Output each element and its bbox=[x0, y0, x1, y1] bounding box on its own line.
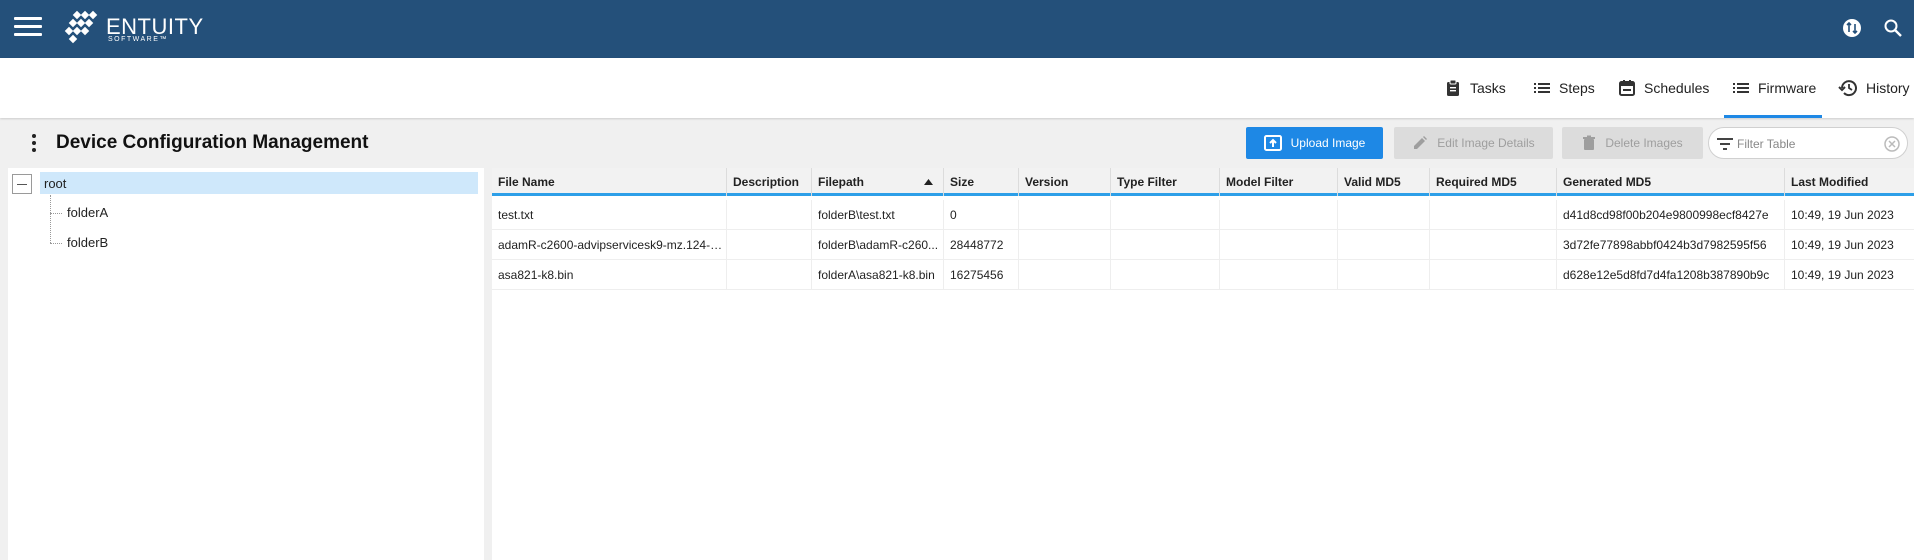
cell-size: 0 bbox=[944, 200, 1019, 230]
cell-version bbox=[1019, 200, 1111, 230]
edit-image-details-label: Edit Image Details bbox=[1437, 136, 1535, 150]
module-nav: Tasks Steps Schedules Firmware History bbox=[0, 58, 1914, 118]
collapse-toggle-icon[interactable] bbox=[12, 174, 32, 194]
sort-ascending-icon bbox=[924, 179, 933, 185]
user-switch-icon[interactable] bbox=[1841, 17, 1863, 39]
cell-type-filter bbox=[1111, 260, 1220, 290]
clear-filter-icon[interactable] bbox=[1883, 135, 1901, 153]
cell-filepath: folderB\test.txt bbox=[812, 200, 944, 230]
tab-schedules-label: Schedules bbox=[1644, 80, 1710, 96]
cell-size: 28448772 bbox=[944, 230, 1019, 260]
column-header-model-filter[interactable]: Model Filter bbox=[1220, 168, 1338, 196]
filter-icon bbox=[1717, 138, 1733, 150]
folder-tree: root folderA folderB bbox=[8, 168, 484, 560]
more-options-icon[interactable] bbox=[30, 134, 38, 152]
tree-node-root-label: root bbox=[44, 176, 67, 191]
filter-table-input[interactable] bbox=[1737, 134, 1877, 154]
cell-file-name: test.txt bbox=[492, 200, 727, 230]
tree-connector bbox=[50, 213, 62, 214]
brand-subtitle: SOFTWARE™ bbox=[108, 36, 168, 43]
column-header-last-modified[interactable]: Last Modified bbox=[1785, 168, 1914, 196]
column-header-valid-md5[interactable]: Valid MD5 bbox=[1338, 168, 1430, 196]
tree-connector bbox=[50, 243, 62, 244]
cell-file-name: asa821-k8.bin bbox=[492, 260, 727, 290]
cell-last-modified: 10:49, 19 Jun 2023 bbox=[1791, 268, 1894, 282]
tab-firmware-label: Firmware bbox=[1758, 80, 1817, 96]
cell-description bbox=[727, 260, 812, 290]
cell-version bbox=[1019, 230, 1111, 260]
search-icon[interactable] bbox=[1882, 17, 1904, 39]
cell-last-modified: 10:49, 19 Jun 2023 bbox=[1791, 208, 1894, 222]
tree-node-root[interactable]: root bbox=[40, 172, 478, 194]
entuity-logo-icon bbox=[64, 10, 98, 44]
cell-generated-md5: d628e12e5d8fd7d4fa1208b387890b9c bbox=[1557, 260, 1785, 290]
upload-icon bbox=[1263, 135, 1282, 151]
cell-model-filter bbox=[1220, 200, 1338, 230]
upload-image-label: Upload Image bbox=[1290, 136, 1366, 150]
cell-file-name: adamR-c2600-advipservicesk9-mz.124-1... bbox=[492, 230, 727, 260]
table-row[interactable]: test.txt folderB\test.txt 0 d41d8cd98f00… bbox=[492, 200, 1914, 230]
cell-valid-md5 bbox=[1338, 200, 1430, 230]
column-header-type-filter[interactable]: Type Filter bbox=[1111, 168, 1220, 196]
cell-valid-md5 bbox=[1338, 260, 1430, 290]
table-row[interactable]: adamR-c2600-advipservicesk9-mz.124-1... … bbox=[492, 230, 1914, 260]
calendar-icon bbox=[1619, 80, 1635, 96]
cell-filepath: folderA\asa821-k8.bin bbox=[812, 260, 944, 290]
cell-generated-md5: d41d8cd98f00b204e9800998ecf8427e bbox=[1557, 200, 1785, 230]
cell-model-filter bbox=[1220, 230, 1338, 260]
column-header-filepath-label: Filepath bbox=[818, 175, 865, 189]
entuity-logo[interactable]: ENTUITY SOFTWARE™ bbox=[60, 10, 210, 48]
pencil-icon bbox=[1414, 136, 1428, 149]
delete-images-button[interactable]: Delete Images bbox=[1562, 127, 1703, 159]
cell-filepath: folderB\adamR-c260... bbox=[812, 230, 944, 260]
cell-required-md5 bbox=[1430, 230, 1557, 260]
cell-size: 16275456 bbox=[944, 260, 1019, 290]
column-header-filepath[interactable]: Filepath bbox=[812, 168, 944, 196]
column-header-required-md5[interactable]: Required MD5 bbox=[1430, 168, 1557, 196]
cell-valid-md5 bbox=[1338, 230, 1430, 260]
filter-table bbox=[1708, 127, 1908, 159]
trash-icon bbox=[1583, 135, 1596, 150]
cell-last-modified: 10:49, 19 Jun 2023 bbox=[1791, 238, 1894, 252]
tree-node-folderA[interactable]: folderA bbox=[67, 205, 108, 220]
upload-image-button[interactable]: Upload Image bbox=[1246, 127, 1383, 159]
list-icon bbox=[1534, 83, 1550, 93]
column-header-description[interactable]: Description bbox=[727, 168, 812, 196]
edit-image-details-button[interactable]: Edit Image Details bbox=[1394, 127, 1553, 159]
tab-firmware[interactable]: Firmware bbox=[1724, 58, 1822, 118]
clipboard-icon bbox=[1447, 79, 1459, 96]
history-icon bbox=[1838, 80, 1857, 97]
tab-tasks-label: Tasks bbox=[1470, 80, 1506, 96]
cell-required-md5 bbox=[1430, 200, 1557, 230]
tab-steps-label: Steps bbox=[1559, 80, 1595, 96]
tab-schedules[interactable]: Schedules bbox=[1618, 58, 1709, 118]
column-header-file-name[interactable]: File Name bbox=[492, 168, 727, 196]
list-icon bbox=[1733, 83, 1749, 93]
tree-node-folderB[interactable]: folderB bbox=[67, 235, 108, 250]
tab-history[interactable]: History bbox=[1838, 58, 1910, 118]
column-header-generated-md5[interactable]: Generated MD5 bbox=[1557, 168, 1785, 196]
cell-type-filter bbox=[1111, 230, 1220, 260]
cell-description bbox=[727, 200, 812, 230]
column-header-size[interactable]: Size bbox=[944, 168, 1019, 196]
page-title: Device Configuration Management bbox=[56, 132, 369, 153]
hamburger-menu-icon[interactable] bbox=[14, 16, 42, 38]
tree-connector bbox=[50, 195, 51, 243]
cell-generated-md5: 3d72fe77898abbf0424b3d7982595f56 bbox=[1557, 230, 1785, 260]
table-header: File Name Description Filepath Size Vers… bbox=[492, 168, 1914, 196]
cell-description bbox=[727, 230, 812, 260]
tab-steps[interactable]: Steps bbox=[1533, 58, 1595, 118]
cell-type-filter bbox=[1111, 200, 1220, 230]
tab-history-label: History bbox=[1866, 80, 1910, 96]
cell-version bbox=[1019, 260, 1111, 290]
app-header: ENTUITY SOFTWARE™ bbox=[0, 0, 1914, 58]
cell-required-md5 bbox=[1430, 260, 1557, 290]
tab-tasks[interactable]: Tasks bbox=[1444, 58, 1506, 118]
delete-images-label: Delete Images bbox=[1605, 136, 1683, 150]
cell-model-filter bbox=[1220, 260, 1338, 290]
table-row[interactable]: asa821-k8.bin folderA\asa821-k8.bin 1627… bbox=[492, 260, 1914, 290]
column-header-version[interactable]: Version bbox=[1019, 168, 1111, 196]
firmware-table: File Name Description Filepath Size Vers… bbox=[492, 168, 1914, 560]
